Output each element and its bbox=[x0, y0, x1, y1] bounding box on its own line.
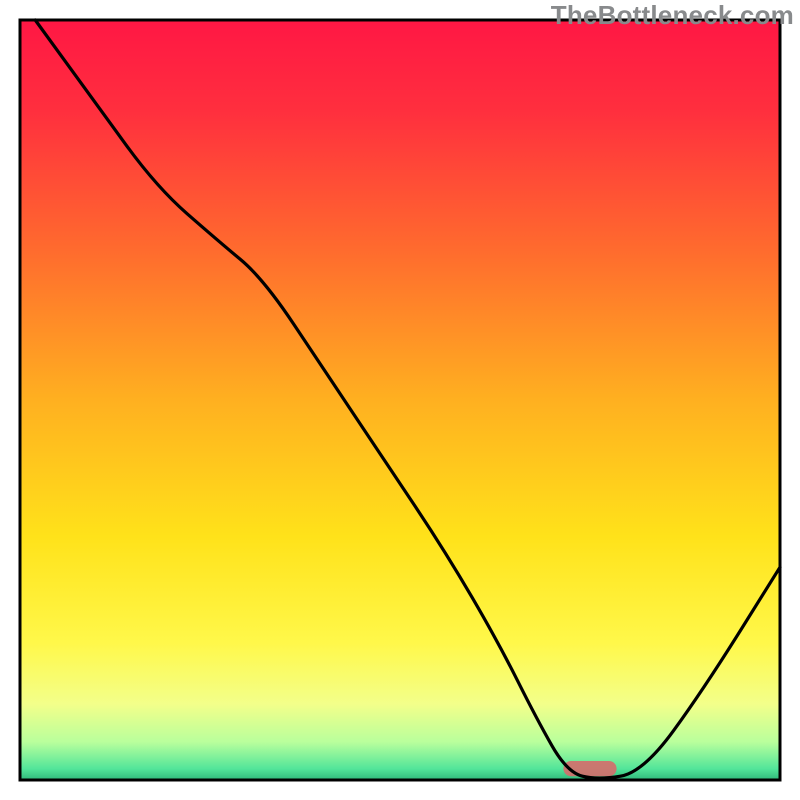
chart-container: { "watermark": "TheBottleneck.com", "cha… bbox=[0, 0, 800, 800]
plot-background bbox=[20, 20, 780, 780]
watermark-text: TheBottleneck.com bbox=[551, 0, 794, 31]
chart-svg bbox=[0, 0, 800, 800]
